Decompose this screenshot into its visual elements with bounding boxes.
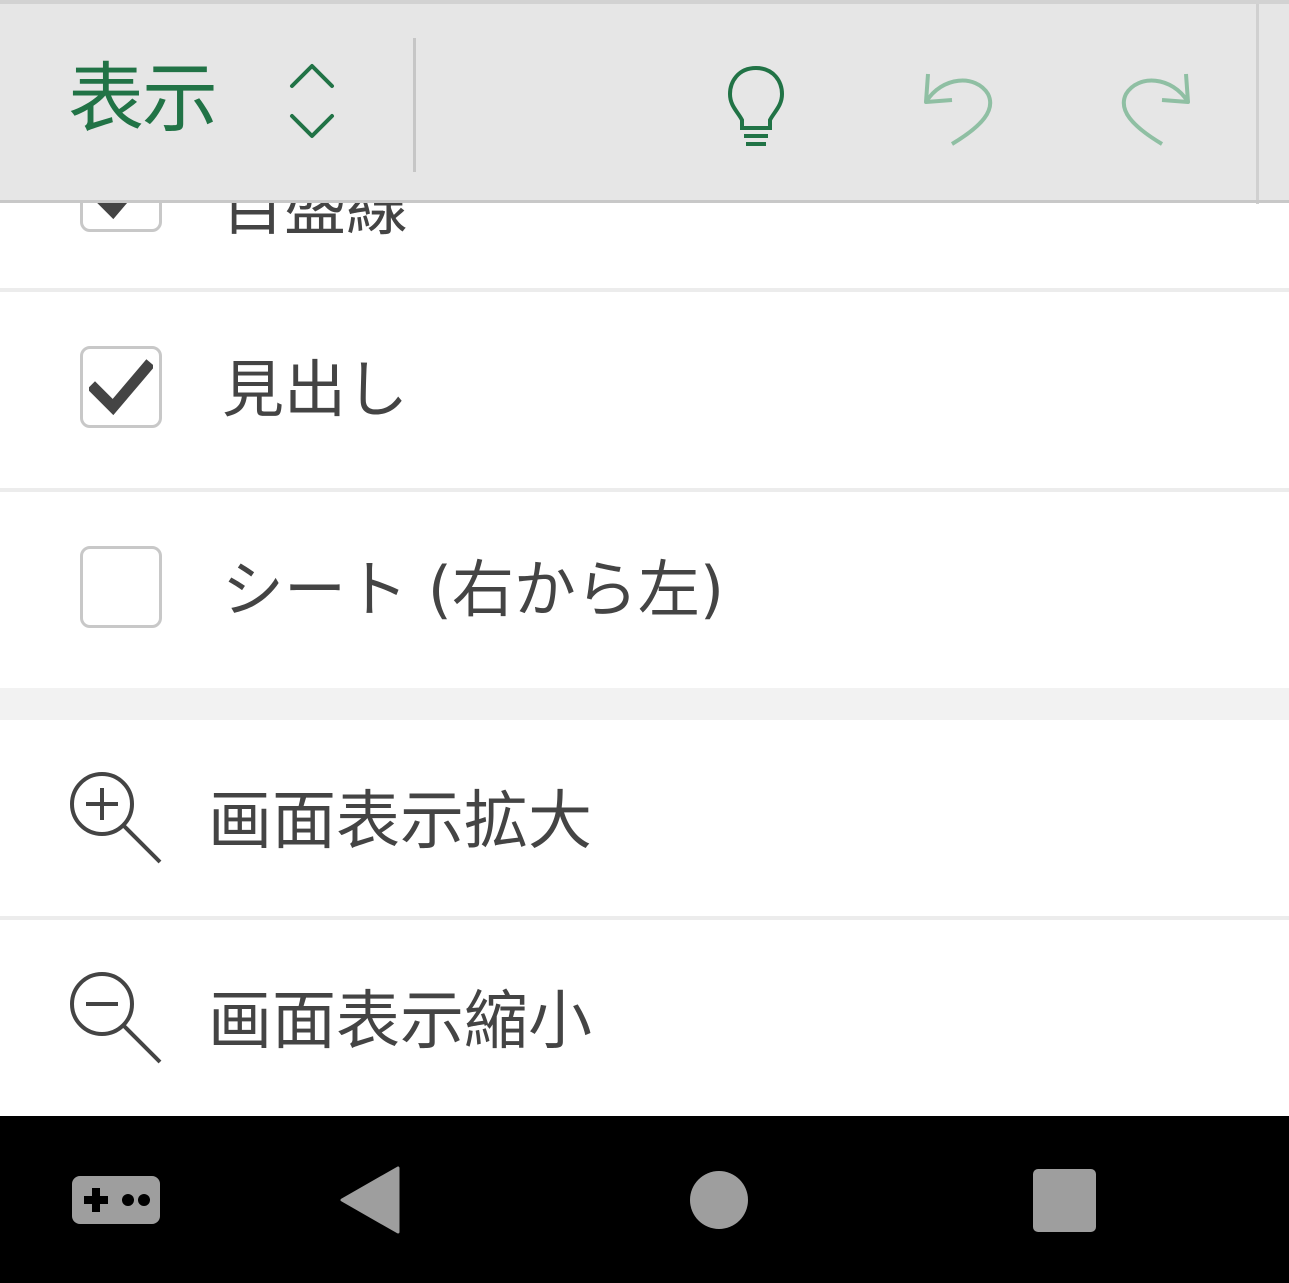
recents-icon[interactable] <box>1033 1169 1096 1232</box>
redo-icon[interactable] <box>1118 64 1198 150</box>
zoom-in-label: 画面表示拡大 <box>208 785 592 859</box>
chevron-up-down-icon[interactable] <box>280 60 344 144</box>
zoom-in-icon <box>70 772 162 864</box>
option-row-sheet-rtl[interactable]: シート (右から左) <box>0 492 1289 688</box>
ribbon-header: 表示 <box>0 0 1289 204</box>
undo-icon[interactable] <box>916 64 996 150</box>
zoom-out-icon <box>70 972 162 1064</box>
section-gap <box>0 688 1289 720</box>
zoom-out-label: 画面表示縮小 <box>208 985 592 1059</box>
lightbulb-icon[interactable] <box>716 64 796 150</box>
checkmark-icon <box>89 359 153 416</box>
sheet-rtl-checkbox[interactable] <box>80 546 162 628</box>
zoom-in-row[interactable]: 画面表示拡大 <box>0 720 1289 916</box>
ribbon-divider <box>413 38 416 172</box>
system-navbar <box>0 1116 1289 1283</box>
tab-title[interactable]: 表示 <box>68 54 218 144</box>
zoom-out-row[interactable]: 画面表示縮小 <box>0 920 1289 1116</box>
ribbon-divider <box>1256 4 1259 204</box>
excel-view-panel: 目盛線 見出し シート (右から左) 画面表示拡大 画面表示縮小 表示 <box>0 0 1289 1283</box>
option-row-headings[interactable]: 見出し <box>0 292 1289 488</box>
gamepad-icon[interactable] <box>72 1176 160 1224</box>
headings-checkbox[interactable] <box>80 346 162 428</box>
back-icon[interactable] <box>340 1166 402 1234</box>
home-icon[interactable] <box>689 1170 749 1230</box>
headings-label: 見出し <box>222 353 409 426</box>
sheet-rtl-label: シート (右から左) <box>222 553 725 626</box>
